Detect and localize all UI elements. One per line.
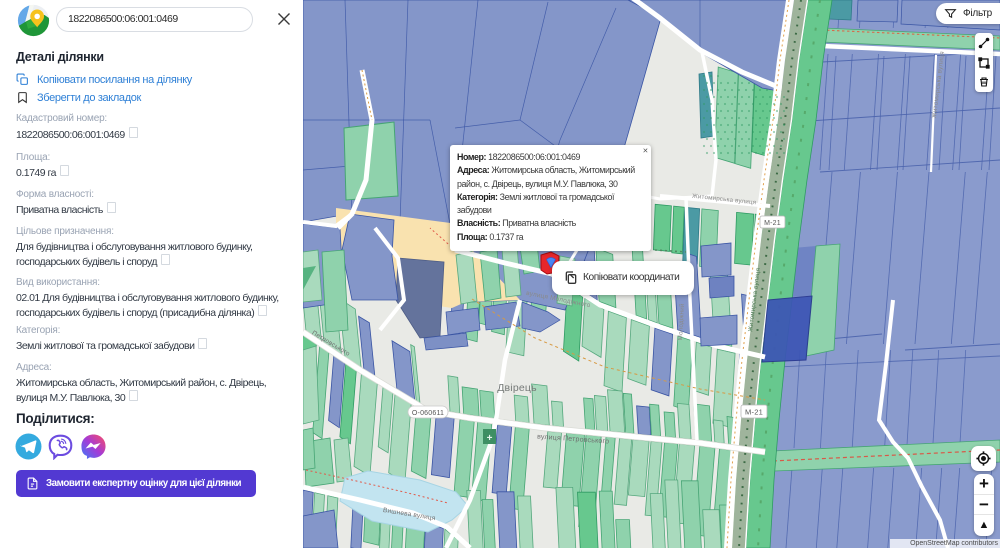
svg-text:+: + bbox=[487, 433, 493, 444]
svg-text:Двірець: Двірець bbox=[497, 382, 537, 394]
svg-text:М-21: М-21 bbox=[764, 220, 781, 227]
svg-text:О-060611: О-060611 bbox=[412, 410, 444, 417]
svg-text:М-21: М-21 bbox=[745, 408, 763, 417]
